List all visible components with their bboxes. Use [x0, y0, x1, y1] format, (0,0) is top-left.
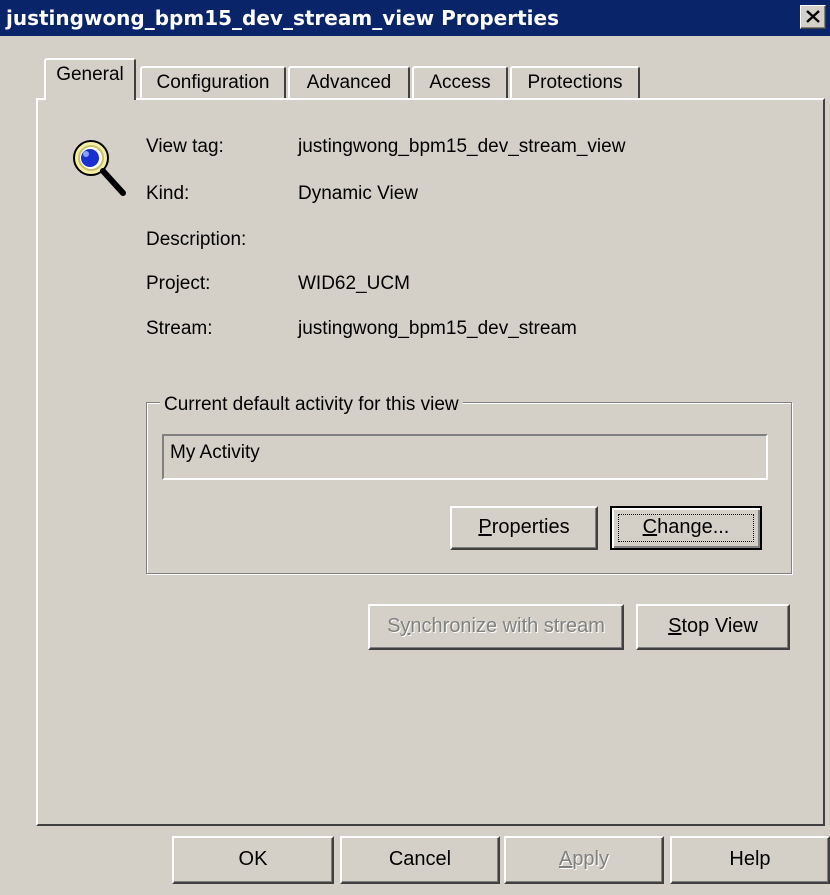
- focus-rect: [618, 514, 754, 542]
- title-bar[interactable]: justingwong_bpm15_dev_stream_view Proper…: [0, 0, 830, 36]
- description-label: Description:: [146, 229, 247, 250]
- stream-value: justingwong_bpm15_dev_stream: [298, 318, 577, 339]
- default-activity-value: My Activity: [170, 442, 260, 463]
- mnemonic: A: [558, 848, 573, 870]
- mnemonic: y: [400, 615, 411, 637]
- label-pre: S: [387, 615, 401, 637]
- tab-label: General: [56, 64, 124, 85]
- stop-view-button[interactable]: Stop View: [636, 604, 790, 650]
- label-rest: top View: [681, 615, 758, 637]
- synchronize-with-stream-button[interactable]: Synchronize with stream: [368, 604, 624, 650]
- activity-properties-button[interactable]: Properties: [450, 506, 598, 550]
- tab-label: Advanced: [306, 72, 392, 93]
- tab-label: Access: [429, 72, 491, 93]
- kind-label: Kind:: [146, 183, 190, 204]
- mnemonic: P: [478, 516, 492, 538]
- apply-label: Apply: [506, 838, 662, 880]
- window-title: justingwong_bpm15_dev_stream_view Proper…: [6, 6, 559, 30]
- tab-label: Protections: [527, 72, 623, 93]
- label-rest: pply: [572, 848, 610, 870]
- view-tag-label: View tag:: [146, 136, 224, 157]
- tab-label: Configuration: [156, 72, 270, 93]
- close-icon: [806, 10, 820, 23]
- cancel-button[interactable]: Cancel: [340, 836, 500, 884]
- cancel-label: Cancel: [388, 848, 452, 870]
- default-activity-field: My Activity: [162, 434, 768, 480]
- synchronize-label: Synchronize with stream: [370, 606, 622, 646]
- help-label: Help: [729, 848, 771, 870]
- apply-button[interactable]: Apply: [504, 836, 664, 884]
- tab-general[interactable]: General: [44, 58, 136, 100]
- change-activity-button[interactable]: Change...: [610, 506, 762, 550]
- project-value: WID62_UCM: [298, 273, 410, 294]
- help-button[interactable]: Help: [670, 836, 830, 884]
- tab-access[interactable]: Access: [412, 66, 508, 98]
- kind-value: Dynamic View: [298, 183, 419, 204]
- magnifier-icon: [73, 140, 126, 196]
- tab-configuration[interactable]: Configuration: [140, 66, 286, 98]
- ok-label: OK: [238, 848, 268, 870]
- stream-label: Stream:: [146, 318, 213, 339]
- mnemonic: S: [668, 615, 682, 637]
- label-rest: nchronize with stream: [410, 615, 605, 637]
- tab-advanced[interactable]: Advanced: [288, 66, 410, 98]
- stop-view-label: Stop View: [638, 606, 788, 646]
- tab-protections[interactable]: Protections: [510, 66, 640, 98]
- close-button[interactable]: [800, 5, 826, 29]
- activity-properties-label: Properties: [452, 508, 596, 546]
- default-activity-legend: Current default activity for this view: [160, 394, 463, 416]
- ok-button[interactable]: OK: [172, 836, 334, 884]
- view-tag-value: justingwong_bpm15_dev_stream_view: [298, 136, 626, 157]
- label-rest: roperties: [491, 516, 570, 538]
- properties-dialog: justingwong_bpm15_dev_stream_view Proper…: [0, 0, 830, 895]
- project-label: Project:: [146, 273, 211, 294]
